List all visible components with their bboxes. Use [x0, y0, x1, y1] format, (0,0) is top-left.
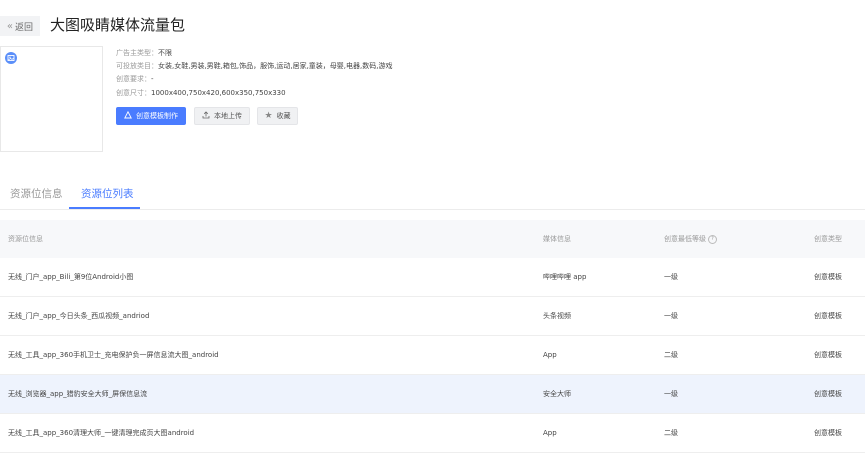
- categories-value: 女装,女鞋,男装,男鞋,箱包,饰品，服饰,运动,居家,童装，母婴,电器,数码,游…: [158, 62, 393, 70]
- local-upload-label: 本地上传: [214, 112, 242, 120]
- row-level: 二级: [664, 351, 678, 359]
- local-upload-button[interactable]: 本地上传: [194, 107, 250, 125]
- table-row[interactable]: 无线_门户_app_Bili_第9位Android小图 哔哩哔哩 app 一级 …: [0, 258, 865, 297]
- categories-row: 可投放类目：女装,女鞋,男装,男鞋,箱包,饰品，服饰,运动,居家,童装，母婴,电…: [116, 61, 392, 71]
- star-icon: ★: [264, 111, 273, 121]
- row-creative-type: 创意模板: [814, 273, 842, 281]
- column-header-min-level: 创意最低等级?: [664, 220, 717, 258]
- row-media: 安全大师: [543, 390, 571, 398]
- favorite-button[interactable]: ★ 收藏: [257, 107, 298, 125]
- row-media: 哔哩哔哩 app: [543, 273, 587, 281]
- requirement-label: 创意要求：: [116, 75, 151, 83]
- favorite-label: 收藏: [276, 112, 291, 120]
- row-level: 一级: [664, 273, 678, 281]
- double-chevron-left-icon: «: [6, 20, 14, 32]
- table-row[interactable]: 无线_工具_app_360手机卫士_充电保护负一屏信息流大图_android A…: [0, 336, 865, 375]
- back-label: 返回: [15, 22, 34, 33]
- size-value: 1000x400,750x420,600x350,750x330: [151, 89, 286, 97]
- row-media: App: [543, 351, 557, 359]
- row-resource-name: 无线_浏览器_app_猎豹安全大师_屏保信息流: [8, 390, 148, 398]
- row-level: 二级: [664, 429, 678, 437]
- column-header-min-level-label: 创意最低等级: [664, 235, 706, 243]
- table-header: 资源位信息 媒体信息 创意最低等级? 创意类型: [0, 220, 865, 258]
- row-media: 头条视频: [543, 312, 571, 320]
- advertiser-type-value: 不限: [158, 49, 172, 57]
- template-icon: [124, 110, 132, 121]
- categories-label: 可投放类目：: [116, 62, 158, 70]
- tabs-divider: [0, 209, 865, 210]
- creative-preview: [0, 46, 103, 152]
- size-row: 创意尺寸：1000x400,750x420,600x350,750x330: [116, 88, 286, 98]
- row-creative-type: 创意模板: [814, 390, 842, 398]
- image-icon: [5, 52, 17, 64]
- back-button[interactable]: « 返回: [0, 16, 40, 36]
- row-resource-name: 无线_工具_app_360清理大师_一键清理完成页大图android: [8, 429, 195, 437]
- create-template-label: 创意模板制作: [136, 112, 178, 120]
- column-header-resource: 资源位信息: [8, 235, 43, 243]
- row-resource-name: 无线_工具_app_360手机卫士_充电保护负一屏信息流大图_android: [8, 351, 219, 359]
- table-row[interactable]: 无线_浏览器_app_猎豹安全大师_屏保信息流 安全大师 一级 创意模板: [0, 375, 865, 414]
- row-media: App: [543, 429, 557, 437]
- create-template-button[interactable]: 创意模板制作: [116, 107, 186, 125]
- tab-resource-list[interactable]: 资源位列表: [81, 186, 134, 201]
- info-icon[interactable]: ?: [708, 234, 717, 244]
- requirement-value: -: [151, 75, 154, 83]
- column-header-creative-type: 创意类型: [814, 235, 842, 243]
- table-row[interactable]: 无线_工具_app_360清理大师_一键清理完成页大图android App 二…: [0, 414, 865, 453]
- page-title: 大图吸睛媒体流量包: [50, 16, 186, 34]
- size-label: 创意尺寸：: [116, 89, 151, 97]
- row-level: 一级: [664, 390, 678, 398]
- upload-icon: [202, 111, 210, 121]
- tab-resource-info[interactable]: 资源位信息: [10, 186, 63, 201]
- column-header-media: 媒体信息: [543, 235, 571, 243]
- advertiser-type-row: 广告主类型：不限: [116, 48, 172, 58]
- table-row[interactable]: 无线_门户_app_今日头条_西瓜视频_andriod 头条视频 一级 创意模板: [0, 297, 865, 336]
- requirement-row: 创意要求：-: [116, 74, 154, 84]
- advertiser-type-label: 广告主类型：: [116, 49, 158, 57]
- row-creative-type: 创意模板: [814, 312, 842, 320]
- row-creative-type: 创意模板: [814, 351, 842, 359]
- row-resource-name: 无线_门户_app_Bili_第9位Android小图: [8, 273, 134, 281]
- row-creative-type: 创意模板: [814, 429, 842, 437]
- row-resource-name: 无线_门户_app_今日头条_西瓜视频_andriod: [8, 312, 150, 320]
- row-level: 一级: [664, 312, 678, 320]
